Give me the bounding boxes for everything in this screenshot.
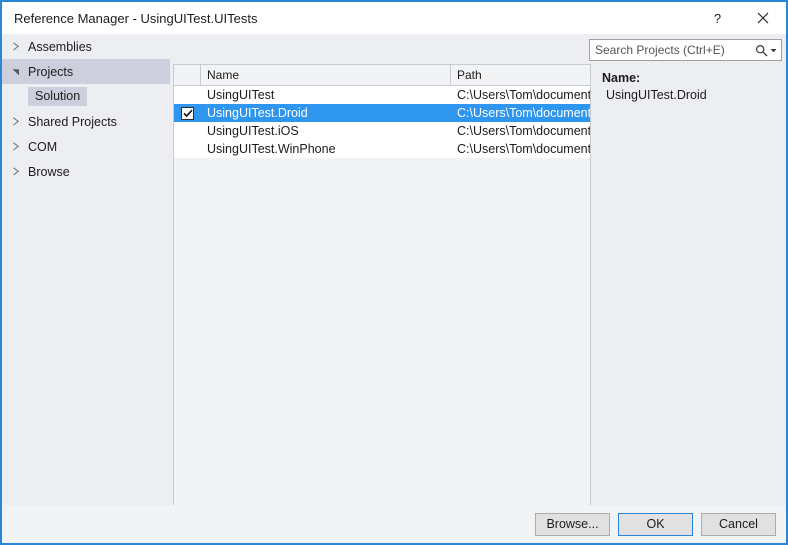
row-path: C:\Users\Tom\document xyxy=(457,88,590,102)
sidebar-item-shared-projects[interactable]: Shared Projects xyxy=(2,109,170,134)
table-row[interactable]: UsingUITest C:\Users\Tom\document xyxy=(174,86,590,104)
category-tree: Assemblies Projects Solution Shared Proj… xyxy=(2,34,170,505)
checkbox-checked-icon[interactable] xyxy=(181,106,194,120)
sidebar-item-solution[interactable]: Solution xyxy=(2,84,170,109)
sidebar-item-browse[interactable]: Browse xyxy=(2,159,170,184)
search-input[interactable] xyxy=(590,41,754,59)
browse-button[interactable]: Browse... xyxy=(535,512,610,536)
title-bar-buttons: ? xyxy=(695,2,786,34)
table-row[interactable]: UsingUITest.iOS C:\Users\Tom\document xyxy=(174,122,590,140)
help-button[interactable]: ? xyxy=(695,2,740,34)
project-rows: UsingUITest C:\Users\Tom\document UsingU… xyxy=(174,86,590,158)
detail-name-label: Name: xyxy=(602,71,641,85)
window-title: Reference Manager - UsingUITest.UITests xyxy=(14,10,258,26)
column-header-path[interactable]: Path xyxy=(451,65,590,85)
row-name: UsingUITest.Droid xyxy=(207,106,308,120)
cancel-button[interactable]: Cancel xyxy=(701,512,776,536)
row-name: UsingUITest xyxy=(207,88,275,102)
chevron-right-icon[interactable] xyxy=(12,167,28,176)
search-box[interactable] xyxy=(589,39,782,61)
sidebar-item-assemblies[interactable]: Assemblies xyxy=(2,34,170,59)
close-button[interactable] xyxy=(740,2,786,34)
question-mark-icon: ? xyxy=(713,10,722,26)
chevron-right-icon[interactable] xyxy=(12,142,28,151)
row-name: UsingUITest.WinPhone xyxy=(207,142,336,156)
chevron-down-icon[interactable] xyxy=(12,67,28,76)
chevron-right-icon[interactable] xyxy=(12,42,28,51)
ok-button[interactable]: OK xyxy=(618,512,693,536)
search-dropdown-icon[interactable] xyxy=(768,48,781,53)
dialog-content: Assemblies Projects Solution Shared Proj… xyxy=(2,34,786,543)
sidebar-item-com[interactable]: COM xyxy=(2,134,170,159)
sidebar-item-projects[interactable]: Projects xyxy=(2,59,170,84)
column-header-checkbox[interactable] xyxy=(174,65,201,85)
column-header-name[interactable]: Name xyxy=(201,65,451,85)
detail-name-value: UsingUITest.Droid xyxy=(606,88,707,102)
row-path: C:\Users\Tom\document xyxy=(457,124,590,138)
sidebar-item-label: Shared Projects xyxy=(28,114,117,129)
close-icon xyxy=(757,12,769,24)
chevron-right-icon[interactable] xyxy=(12,117,28,126)
sidebar-item-label: Assemblies xyxy=(28,39,92,54)
project-list-panel: Name Path UsingUITest C:\Users\Tom\docum… xyxy=(173,64,591,537)
list-header: Name Path xyxy=(174,65,590,86)
sidebar-item-label: Projects xyxy=(28,64,74,79)
row-name: UsingUITest.iOS xyxy=(207,124,299,138)
search-icon[interactable] xyxy=(754,44,768,57)
sidebar-item-label: Browse xyxy=(28,164,70,179)
details-panel: Name: UsingUITest.Droid xyxy=(594,64,786,537)
title-bar: Reference Manager - UsingUITest.UITests … xyxy=(2,2,786,34)
row-checkbox-cell[interactable] xyxy=(174,106,201,120)
table-row[interactable]: UsingUITest.WinPhone C:\Users\Tom\docume… xyxy=(174,140,590,158)
reference-manager-dialog: Reference Manager - UsingUITest.UITests … xyxy=(0,0,788,545)
dialog-footer: Browse... OK Cancel xyxy=(2,505,786,543)
sidebar-item-label: COM xyxy=(28,139,58,154)
sidebar-item-label: Solution xyxy=(28,87,88,106)
row-path: C:\Users\Tom\document xyxy=(457,142,590,156)
table-row[interactable]: UsingUITest.Droid C:\Users\Tom\document xyxy=(174,104,590,122)
row-path: C:\Users\Tom\document xyxy=(457,106,590,120)
